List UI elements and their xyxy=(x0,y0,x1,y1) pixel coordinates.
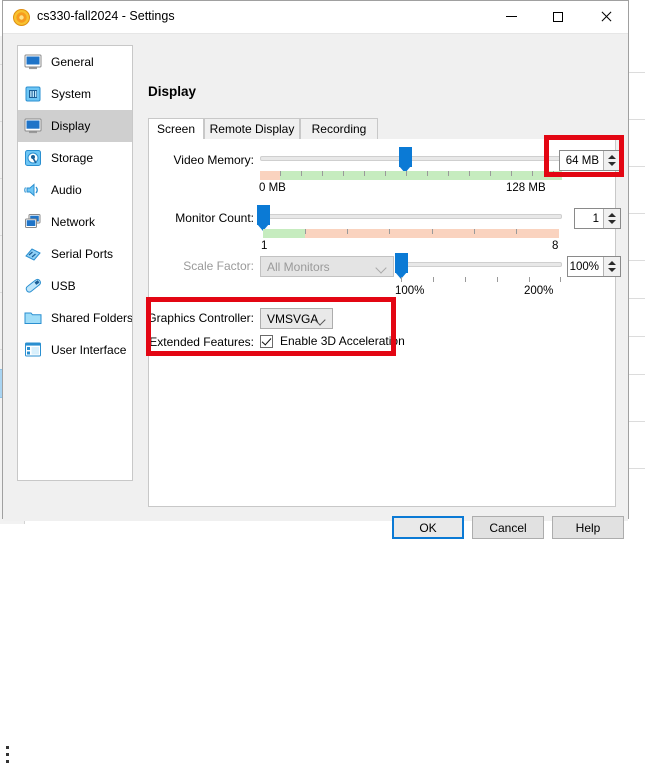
sidebar-item-usb[interactable]: USB xyxy=(18,270,132,302)
folder-icon xyxy=(23,308,43,328)
sidebar-item-storage[interactable]: Storage xyxy=(18,142,132,174)
scale-factor-ticks xyxy=(399,277,562,282)
scale-factor-value: 100% xyxy=(568,261,603,273)
spin-up-icon[interactable] xyxy=(608,261,616,265)
virtualbox-icon xyxy=(13,9,30,26)
chip-icon xyxy=(23,84,43,104)
cancel-button[interactable]: Cancel xyxy=(472,516,544,539)
monitor-count-slider-track[interactable] xyxy=(260,214,562,219)
video-memory-annotation-box xyxy=(544,135,624,177)
sidebar-item-label: Display xyxy=(51,119,90,133)
graphics-settings-annotation-box xyxy=(146,297,396,356)
scale-factor-spin-buttons[interactable] xyxy=(603,257,620,276)
scale-factor-max-label: 200% xyxy=(524,285,553,297)
video-memory-slider-handle[interactable] xyxy=(399,147,412,167)
spin-down-icon[interactable] xyxy=(608,268,616,272)
tab-screen[interactable]: Screen xyxy=(148,118,204,140)
sidebar-item-audio[interactable]: Audio xyxy=(18,174,132,206)
dialog-body: General System xyxy=(3,34,628,521)
help-button[interactable]: Help xyxy=(552,516,624,539)
serial-port-icon xyxy=(23,244,43,264)
settings-sidebar: General System xyxy=(17,45,133,481)
window-title: cs330-fall2024 - Settings xyxy=(37,9,175,23)
ok-button[interactable]: OK xyxy=(392,516,464,539)
usb-icon xyxy=(23,276,43,296)
title-bar: cs330-fall2024 - Settings xyxy=(3,1,628,34)
sidebar-item-label: Storage xyxy=(51,151,93,165)
close-icon[interactable] xyxy=(582,1,628,32)
scale-factor-monitor-select[interactable]: All Monitors xyxy=(260,256,394,277)
sidebar-item-general[interactable]: General xyxy=(18,46,132,78)
monitor-count-ticks xyxy=(263,229,559,234)
sidebar-item-serial-ports[interactable]: Serial Ports xyxy=(18,238,132,270)
video-memory-label: Video Memory: xyxy=(149,153,254,167)
network-icon xyxy=(23,212,43,232)
sidebar-item-label: Audio xyxy=(51,183,82,197)
chevron-down-icon xyxy=(375,262,386,273)
sidebar-item-system[interactable]: System xyxy=(18,78,132,110)
tab-recording[interactable]: Recording xyxy=(300,118,378,140)
sidebar-item-label: General xyxy=(51,55,94,69)
scale-factor-label: Scale Factor: xyxy=(149,259,254,273)
video-memory-min-label: 0 MB xyxy=(259,182,286,194)
tab-remote-display[interactable]: Remote Display xyxy=(204,118,300,140)
monitor-count-slider-handle[interactable] xyxy=(257,205,270,225)
video-memory-ticks xyxy=(260,171,562,176)
harddisk-icon xyxy=(23,148,43,168)
page-title: Display xyxy=(148,84,196,99)
video-memory-max-label: 128 MB xyxy=(506,182,546,194)
speaker-icon xyxy=(23,180,43,200)
settings-dialog: cs330-fall2024 - Settings General xyxy=(2,0,629,519)
monitor-count-spin-buttons[interactable] xyxy=(603,209,620,228)
maximize-icon[interactable] xyxy=(535,1,581,32)
sidebar-item-label: Network xyxy=(51,215,95,229)
monitor-count-spinbox[interactable]: 1 xyxy=(574,208,621,229)
scale-factor-spinbox[interactable]: 100% xyxy=(567,256,621,277)
monitor-count-min-label: 1 xyxy=(261,240,267,252)
sidebar-item-label: System xyxy=(51,87,91,101)
user-interface-icon xyxy=(23,340,43,360)
sidebar-item-label: USB xyxy=(51,279,76,293)
scale-factor-slider-track[interactable] xyxy=(399,262,562,267)
monitor-count-value: 1 xyxy=(575,213,603,225)
monitor-icon xyxy=(23,52,43,72)
scale-factor-min-label: 100% xyxy=(395,285,424,297)
display-icon xyxy=(23,116,43,136)
scale-factor-slider-handle[interactable] xyxy=(395,253,408,273)
monitor-count-max-label: 8 xyxy=(552,240,558,252)
scale-factor-monitor-value: All Monitors xyxy=(267,260,330,274)
minimize-icon[interactable] xyxy=(488,1,534,32)
monitor-count-label: Monitor Count: xyxy=(149,211,254,225)
sidebar-item-display[interactable]: Display xyxy=(18,110,132,142)
drag-handle-icon xyxy=(6,746,9,767)
sidebar-item-label: Serial Ports xyxy=(51,247,113,261)
spin-down-icon[interactable] xyxy=(608,220,616,224)
spin-up-icon[interactable] xyxy=(608,213,616,217)
sidebar-item-network[interactable]: Network xyxy=(18,206,132,238)
